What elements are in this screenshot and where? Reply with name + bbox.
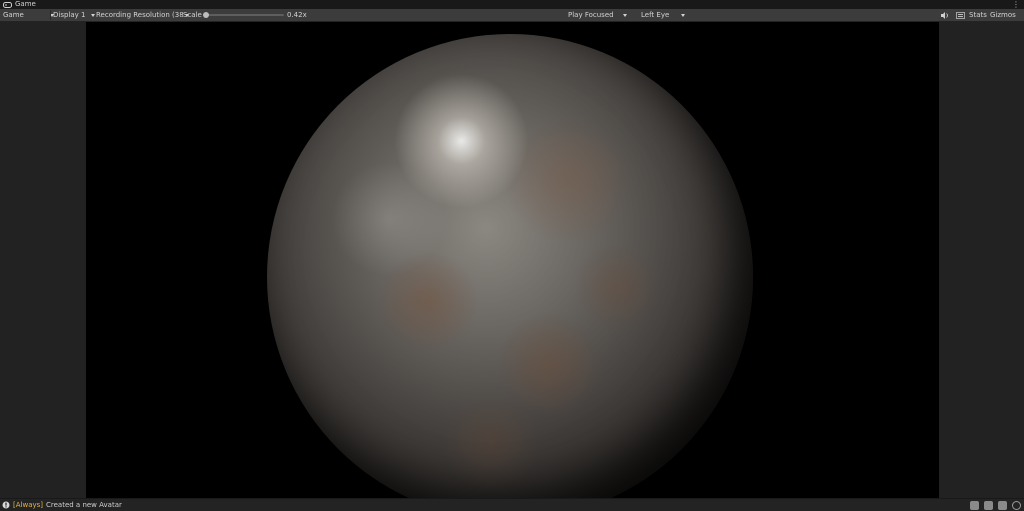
status-icons xyxy=(970,500,1021,510)
game-tab[interactable]: Game xyxy=(0,0,36,9)
mute-audio-button[interactable] xyxy=(941,9,949,21)
display-dropdown[interactable]: Display 1 xyxy=(53,9,96,21)
game-viewport[interactable] xyxy=(86,22,939,498)
eye-label: Left Eye xyxy=(641,11,670,19)
scale-slider-handle[interactable] xyxy=(203,12,209,18)
chevron-down-icon xyxy=(681,13,686,17)
stats-button[interactable]: Stats xyxy=(969,9,987,21)
speaker-icon xyxy=(941,11,948,19)
gamepad-icon xyxy=(3,1,12,8)
info-icon xyxy=(2,501,10,509)
status-message: Created a new Avatar xyxy=(46,501,122,509)
display-label: Display 1 xyxy=(53,11,86,19)
view-mode-dropdown[interactable]: Game xyxy=(3,9,54,21)
stats-icon xyxy=(956,11,965,19)
viewport-letterbox-right xyxy=(939,22,1024,498)
database-icon[interactable] xyxy=(984,500,993,510)
eye-dropdown[interactable]: Left Eye xyxy=(641,9,686,21)
textured-sphere xyxy=(267,34,753,498)
play-mode-label: Play Focused xyxy=(568,11,614,19)
window-tab-bar: Game ⋮ xyxy=(0,0,1024,9)
scale-label: Scale xyxy=(183,11,202,19)
resolution-dropdown[interactable]: Recording Resolution (38 xyxy=(96,9,189,21)
game-tab-label: Game xyxy=(15,0,36,8)
play-mode-dropdown[interactable]: Play Focused xyxy=(568,9,627,21)
chevron-down-icon xyxy=(622,13,627,17)
chevron-down-icon xyxy=(91,13,96,17)
view-mode-label: Game xyxy=(3,11,24,19)
kebab-menu-icon[interactable]: ⋮ xyxy=(1012,0,1020,9)
status-tag: [Always] xyxy=(13,501,43,509)
gizmos-button[interactable]: Gizmos xyxy=(990,9,1016,21)
toolbar-divider xyxy=(50,10,51,20)
scale-value: 0.42x xyxy=(287,11,307,19)
status-bar: [Always] Created a new Avatar xyxy=(0,498,1024,511)
stats-toggle-icon-button[interactable] xyxy=(956,9,965,21)
check-circle-icon[interactable] xyxy=(1012,500,1021,510)
scale-slider[interactable] xyxy=(206,14,284,16)
game-toolbar: Game Display 1 Recording Resolution (38 … xyxy=(0,9,1024,22)
viewport-letterbox-left xyxy=(0,22,86,498)
resolution-label: Recording Resolution (38 xyxy=(96,11,184,19)
code-icon[interactable] xyxy=(998,500,1007,510)
console-message[interactable]: [Always] Created a new Avatar xyxy=(2,499,122,511)
network-icon[interactable] xyxy=(970,500,979,510)
